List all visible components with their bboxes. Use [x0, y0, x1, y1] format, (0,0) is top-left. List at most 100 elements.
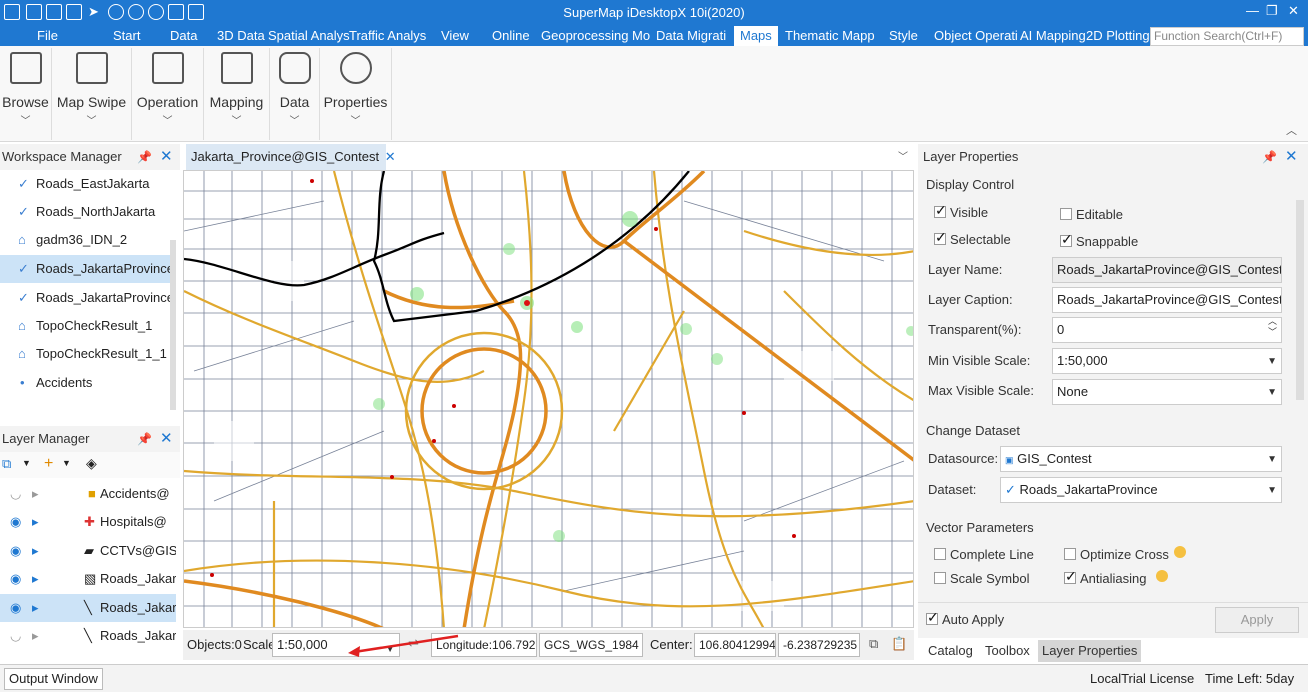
minimize-button[interactable]: — — [1246, 3, 1259, 18]
collapse-ribbon-icon[interactable]: ︿ — [1286, 122, 1297, 138]
restore-button[interactable]: ❐ — [1266, 3, 1278, 19]
layer-row[interactable]: ◉ ▸ ✚ Hospitals@ — [0, 508, 176, 536]
layer-row[interactable]: ◡ ▸ ■ Accidents@ — [0, 480, 176, 508]
properties-scrollbar[interactable] — [1296, 200, 1304, 400]
chevron-down-icon: ﹀ — [231, 116, 242, 127]
ribbon-data[interactable]: Data ﹀ — [270, 48, 320, 140]
tab-toolbox[interactable]: Toolbox — [981, 640, 1034, 662]
pin-icon[interactable]: 📌 — [1262, 144, 1277, 170]
workspace-scrollbar[interactable] — [170, 240, 176, 410]
workspace-item[interactable]: ⌂ gadm36_IDN_2 — [0, 226, 176, 254]
workspace-item-label: Roads_EastJakarta — [36, 176, 150, 191]
layers-icon[interactable]: ◈ — [86, 455, 97, 472]
ribbon-browse[interactable]: Browse ﹀ — [0, 48, 52, 140]
visibility-eye-icon[interactable]: ◉ — [10, 537, 21, 565]
chevron-down-icon: ﹀ — [350, 116, 361, 127]
menu-file[interactable]: File — [37, 28, 58, 43]
max-scale-value: None — [1057, 384, 1089, 399]
antialiasing-checkbox[interactable] — [1064, 568, 1077, 585]
paste-icon[interactable]: 📋 — [891, 636, 907, 652]
stepper-arrows-icon[interactable]: ︿ ﹀ — [1268, 318, 1277, 338]
visibility-eye-icon[interactable]: ◉ — [10, 565, 21, 593]
transparent-stepper[interactable]: 0 ︿ ﹀ — [1052, 317, 1282, 343]
menu-geoprocessing[interactable]: Geoprocessing Mo — [541, 28, 650, 43]
help-icon[interactable] — [1174, 546, 1186, 558]
visibility-eye-icon[interactable]: ◉ — [10, 594, 21, 622]
selectable-checkbox[interactable] — [934, 229, 947, 246]
close-icon[interactable]: ✕ — [1285, 144, 1298, 170]
menu-thematic-mapping[interactable]: Thematic Mapp — [785, 28, 875, 43]
plus-icon[interactable]: + — [44, 455, 53, 473]
output-window-tab[interactable]: Output Window — [4, 668, 103, 690]
add-layer-icon[interactable]: ⧉ — [2, 456, 11, 472]
function-search-input[interactable]: Function Search(Ctrl+F) — [1150, 27, 1304, 46]
chevron-down-icon[interactable]: ▼ — [22, 458, 31, 468]
menu-data[interactable]: Data — [170, 28, 197, 43]
min-scale-select[interactable]: 1:50,000 ▼ — [1052, 348, 1282, 374]
close-icon[interactable]: ✕ — [160, 144, 173, 170]
chevron-down-icon[interactable]: ﹀ — [898, 148, 908, 163]
workspace-item[interactable]: ⌂ TopoCheckResult_1 — [0, 312, 176, 340]
layer-label: Hospitals@ — [100, 514, 167, 529]
workspace-item-label: Roads_JakartaProvince — [36, 261, 175, 276]
layer-row[interactable]: ◡ ▸ ╲ Roads_Jakar — [0, 622, 176, 650]
layer-manager-header: Layer Manager 📌 ✕ — [0, 426, 180, 452]
layer-row[interactable]: ◉ ▸ ▧ Roads_Jakar — [0, 565, 176, 593]
ribbon-properties[interactable]: Properties ﹀ — [320, 48, 392, 140]
workspace-item[interactable]: ✓ Roads_JakartaProvince — [0, 255, 176, 283]
menu-data-migration[interactable]: Data Migrati — [656, 28, 726, 43]
workspace-item[interactable]: • Accidents — [0, 369, 176, 397]
menu-view[interactable]: View — [441, 28, 469, 43]
tab-catalog[interactable]: Catalog — [924, 640, 977, 662]
apply-button[interactable]: Apply — [1215, 607, 1299, 633]
scale-symbol-label: Scale Symbol — [950, 571, 1030, 586]
menu-2d-plotting[interactable]: 2D Plotting — [1086, 28, 1150, 43]
layer-label: Roads_Jakar — [100, 628, 176, 643]
complete-line-checkbox[interactable] — [934, 548, 946, 560]
menu-spatial-analysis[interactable]: Spatial Analys — [268, 28, 350, 43]
menu-3d-data[interactable]: 3D Data — [217, 28, 265, 43]
license-status: LocalTrial License — [1090, 671, 1195, 686]
pin-icon[interactable]: 📌 — [137, 426, 152, 452]
chevron-down-icon[interactable]: ▼ — [62, 458, 71, 468]
map-tab-label: Jakarta_Province@GIS_Contest — [191, 149, 380, 164]
editable-checkbox[interactable] — [1060, 208, 1072, 220]
menu-start[interactable]: Start — [113, 28, 140, 43]
ribbon-map-swipe[interactable]: Map Swipe ﹀ — [52, 48, 132, 140]
close-icon[interactable]: ✕ — [385, 149, 396, 164]
ribbon-operation[interactable]: Operation ﹀ — [132, 48, 204, 140]
optimize-cross-checkbox[interactable] — [1064, 548, 1076, 560]
menu-object-operations[interactable]: Object Operati — [934, 28, 1018, 43]
visible-checkbox[interactable] — [934, 202, 947, 219]
copy-icon[interactable]: ⧉ — [869, 636, 878, 652]
snappable-checkbox[interactable] — [1060, 231, 1073, 248]
scale-symbol-checkbox[interactable] — [934, 572, 946, 584]
menu-style[interactable]: Style — [889, 28, 918, 43]
layer-row[interactable]: ◉ ▸ ╲ Roads_Jakar — [0, 594, 176, 622]
workspace-item[interactable]: ✓ Roads_NorthJakarta — [0, 198, 176, 226]
visibility-eye-icon[interactable]: ◉ — [10, 508, 21, 536]
workspace-item[interactable]: ✓ Roads_JakartaProvince_ — [0, 284, 176, 312]
auto-apply-checkbox[interactable] — [926, 609, 939, 626]
menu-ai-mapping[interactable]: AI Mapping — [1020, 28, 1086, 43]
close-button[interactable]: ✕ — [1288, 3, 1299, 19]
close-icon[interactable]: ✕ — [160, 426, 173, 452]
workspace-item[interactable]: ✓ Roads_EastJakarta — [0, 170, 176, 198]
center-x-field[interactable]: 106.80412994 — [694, 633, 776, 657]
dataset-select[interactable]: ✓ Roads_JakartaProvince ▼ — [1000, 477, 1282, 503]
max-scale-select[interactable]: None ▼ — [1052, 379, 1282, 405]
menu-online[interactable]: Online — [492, 28, 530, 43]
pin-icon[interactable]: 📌 — [137, 144, 152, 170]
layer-row[interactable]: ◉ ▸ ▰ CCTVs@GIS — [0, 537, 176, 565]
datasource-select[interactable]: ▣ GIS_Contest ▼ — [1000, 446, 1282, 472]
layer-caption-field[interactable]: Roads_JakartaProvince@GIS_Contest — [1052, 287, 1282, 313]
center-y-field[interactable]: -6.238729235 — [778, 633, 860, 657]
workspace-item[interactable]: ⌂ TopoCheckResult_1_1 — [0, 340, 176, 368]
map-canvas[interactable] — [183, 170, 914, 628]
ribbon-mapping[interactable]: Mapping ﹀ — [204, 48, 270, 140]
menu-traffic-analysis[interactable]: Traffic Analys — [349, 28, 426, 43]
help-icon[interactable] — [1156, 570, 1168, 582]
menu-maps[interactable]: Maps — [734, 26, 778, 46]
tab-layer-properties[interactable]: Layer Properties — [1038, 640, 1142, 662]
map-tab[interactable]: Jakarta_Province@GIS_Contest ✕ — [186, 144, 396, 170]
